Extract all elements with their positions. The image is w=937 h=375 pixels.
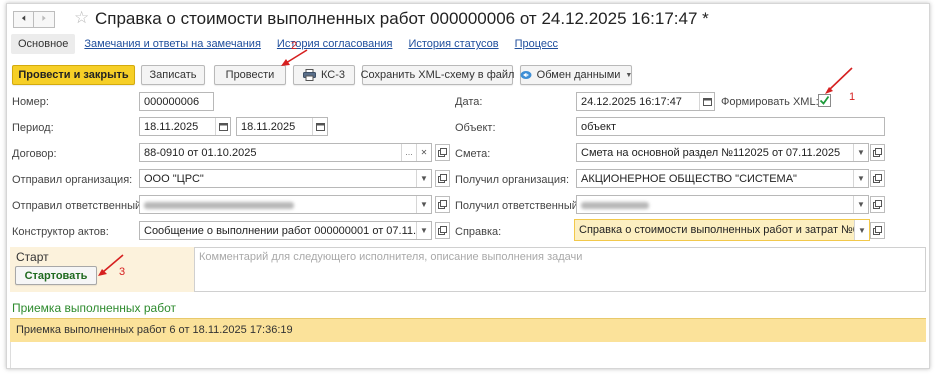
- tab-approval-history[interactable]: История согласования: [270, 34, 400, 54]
- start-title: Старт: [16, 250, 49, 264]
- open-estimate-button[interactable]: [870, 144, 885, 161]
- open-icon: [873, 200, 882, 209]
- open-contract-button[interactable]: [435, 144, 450, 161]
- arrow-right-icon: 🢒: [41, 11, 47, 25]
- chevron-down-icon[interactable]: ▼: [854, 220, 869, 240]
- open-icon: [438, 226, 447, 235]
- constructor-label: Конструктор актов:: [12, 226, 109, 238]
- reference-label: Справка:: [455, 226, 502, 238]
- receiver-org-field[interactable]: АКЦИОНЕРНОЕ ОБЩЕСТВО "СИСТЕМА" ▼: [576, 169, 869, 188]
- start-button[interactable]: Стартовать: [15, 266, 97, 285]
- constructor-field[interactable]: Сообщение о выполнении работ 000000001 о…: [139, 221, 432, 240]
- receiver-person-field[interactable]: ▼: [576, 195, 869, 214]
- chevron-down-icon[interactable]: ▼: [853, 144, 868, 161]
- tab-process[interactable]: Процесс: [508, 34, 565, 54]
- xml-checkbox[interactable]: [818, 94, 831, 107]
- open-icon: [438, 148, 447, 157]
- date-label: Дата:: [455, 96, 483, 108]
- back-button[interactable]: 🢐: [13, 11, 34, 28]
- document-window: 🢐 🢒 ☆ Справка о стоимости выполненных ра…: [6, 3, 930, 369]
- post-button[interactable]: Провести: [214, 65, 286, 85]
- chevron-down-icon: ▼: [625, 71, 633, 79]
- acceptance-row-text: Приемка выполненных работ 6 от 18.11.202…: [16, 324, 293, 336]
- xml-label: Формировать XML:: [721, 96, 819, 108]
- redacted-value: [140, 196, 416, 213]
- post-and-close-button[interactable]: Провести и закрыть: [12, 65, 135, 85]
- open-reference-button[interactable]: [870, 222, 885, 239]
- open-receiver-org-button[interactable]: [870, 170, 885, 187]
- tab-remarks[interactable]: Замечания и ответы на замечания: [77, 34, 268, 54]
- chevron-down-icon[interactable]: ▼: [416, 222, 431, 239]
- open-sender-person-button[interactable]: [435, 196, 450, 213]
- arrow-left-icon: 🢐: [21, 11, 26, 25]
- period-to-field[interactable]: 18.11.2025: [236, 117, 328, 136]
- calendar-icon[interactable]: [312, 118, 327, 135]
- data-exchange-label: Обмен данными: [536, 69, 621, 81]
- period-label: Период:: [12, 122, 54, 134]
- object-field[interactable]: объект: [576, 117, 885, 136]
- receiver-person-label: Получил ответственный:: [455, 200, 581, 212]
- reference-field[interactable]: Справка о стоимости выполненных работ и …: [574, 219, 870, 241]
- receiver-org-label: Получил организация:: [455, 174, 570, 186]
- chevron-down-icon[interactable]: ▼: [853, 170, 868, 187]
- forward-button[interactable]: 🢒: [34, 11, 55, 28]
- annotation-2: 2: [291, 40, 298, 52]
- sender-person-label: Отправил ответственный:: [12, 200, 145, 212]
- sender-person-field[interactable]: ▼: [139, 195, 432, 214]
- printer-icon: [302, 69, 316, 81]
- save-button[interactable]: Записать: [141, 65, 205, 85]
- annotation-arrow-1: [825, 67, 853, 94]
- chevron-down-icon[interactable]: ▼: [416, 170, 431, 187]
- open-icon: [873, 174, 882, 183]
- star-icon[interactable]: ☆: [74, 8, 89, 28]
- object-label: Объект:: [455, 122, 496, 134]
- number-field[interactable]: 000000006: [139, 92, 214, 111]
- sender-org-field[interactable]: ООО "ЦРС" ▼: [139, 169, 432, 188]
- open-icon: [873, 226, 882, 235]
- calendar-icon[interactable]: [699, 93, 714, 110]
- estimate-label: Смета:: [455, 148, 491, 160]
- data-exchange-button[interactable]: Обмен данными ▼: [520, 65, 632, 85]
- ks3-button[interactable]: КС-3: [293, 65, 355, 85]
- ks3-label: КС-3: [320, 69, 345, 81]
- tab-status-history[interactable]: История статусов: [401, 34, 505, 54]
- comment-field[interactable]: Комментарий для следующего исполнителя, …: [194, 247, 926, 292]
- redacted-value: [577, 196, 853, 213]
- annotation-1: 1: [849, 91, 856, 103]
- more-icon[interactable]: …: [401, 144, 416, 161]
- calendar-icon[interactable]: [215, 118, 230, 135]
- open-icon: [438, 200, 447, 209]
- open-constructor-button[interactable]: [435, 222, 450, 239]
- tab-bar: Основное Замечания и ответы на замечания…: [11, 34, 567, 54]
- nav-buttons: 🢐 🢒: [13, 11, 55, 28]
- sender-org-label: Отправил организация:: [12, 174, 133, 186]
- exchange-icon: [520, 70, 532, 80]
- date-field[interactable]: 24.12.2025 16:17:47: [576, 92, 715, 111]
- save-xml-button[interactable]: Сохранить XML-схему в файл: [361, 65, 514, 85]
- clear-icon[interactable]: ✕: [416, 144, 431, 161]
- table-empty-area: [10, 342, 926, 368]
- chevron-down-icon[interactable]: ▼: [416, 196, 431, 213]
- number-label: Номер:: [12, 96, 49, 108]
- open-receiver-person-button[interactable]: [870, 196, 885, 213]
- period-from-field[interactable]: 18.11.2025: [139, 117, 231, 136]
- contract-field[interactable]: 88-0910 от 01.10.2025 … ✕: [139, 143, 432, 162]
- estimate-field[interactable]: Смета на основной раздел №112025 от 07.1…: [576, 143, 869, 162]
- tab-main[interactable]: Основное: [11, 34, 76, 54]
- open-icon: [873, 148, 882, 157]
- open-sender-org-button[interactable]: [435, 170, 450, 187]
- page-title: Справка о стоимости выполненных работ 00…: [95, 9, 709, 28]
- acceptance-title: Приемка выполненных работ: [12, 301, 176, 315]
- check-icon: [819, 95, 830, 105]
- contract-label: Договор:: [12, 148, 57, 160]
- open-icon: [438, 174, 447, 183]
- chevron-down-icon[interactable]: ▼: [853, 196, 868, 213]
- annotation-3: 3: [119, 266, 126, 278]
